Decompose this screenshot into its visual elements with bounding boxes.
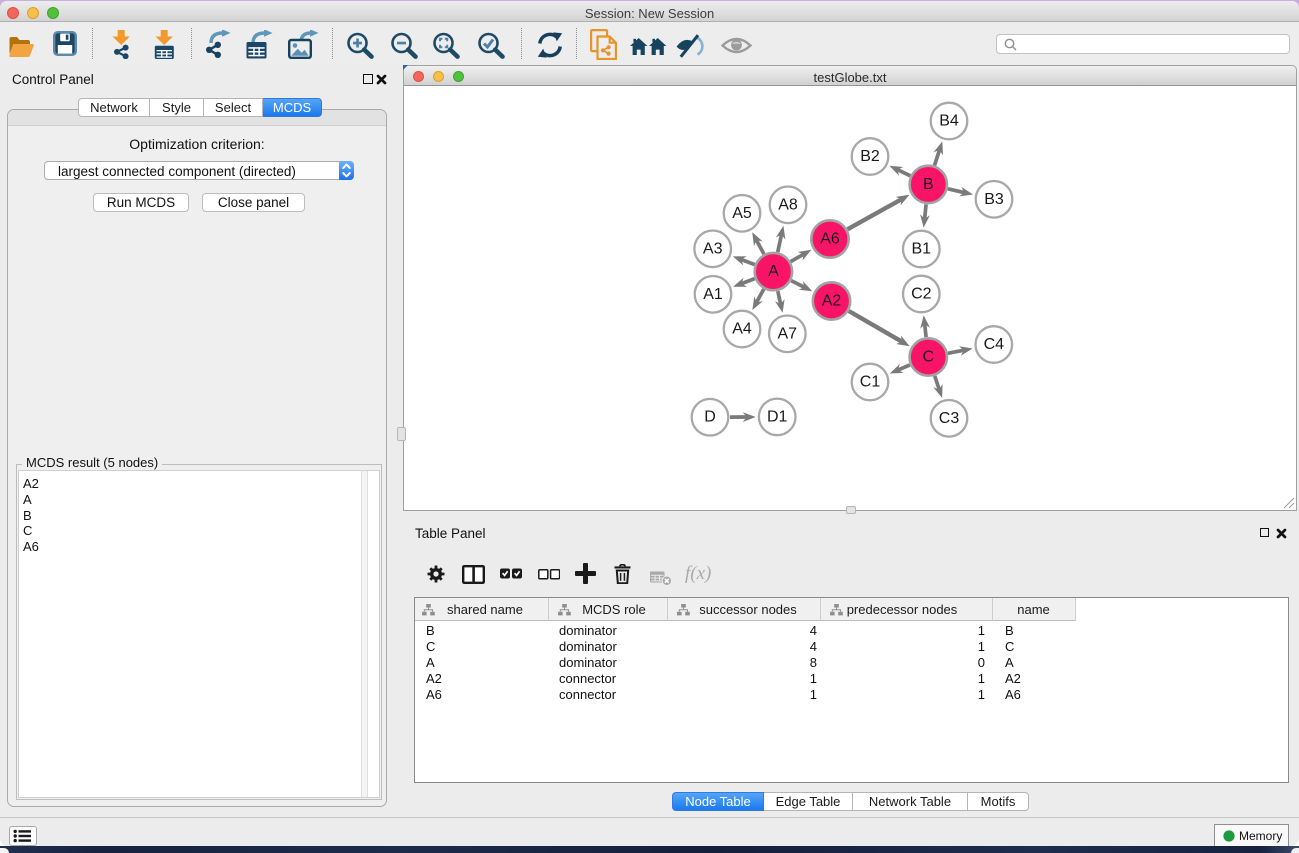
svg-text:C3: C3 (939, 410, 960, 427)
svg-text:B4: B4 (939, 113, 959, 130)
svg-text:A4: A4 (732, 321, 752, 338)
svg-text:C4: C4 (984, 336, 1005, 353)
svg-text:A1: A1 (703, 286, 723, 303)
svg-text:B3: B3 (984, 191, 1004, 208)
svg-text:D: D (704, 409, 716, 426)
svg-text:D1: D1 (767, 408, 788, 425)
svg-text:A: A (768, 263, 779, 280)
svg-text:A6: A6 (820, 231, 840, 248)
svg-text:C: C (923, 349, 935, 366)
svg-text:A7: A7 (778, 325, 798, 342)
svg-text:B1: B1 (912, 241, 932, 258)
svg-text:B2: B2 (860, 148, 880, 165)
svg-text:A8: A8 (778, 196, 798, 213)
svg-text:C2: C2 (911, 286, 932, 303)
svg-text:A5: A5 (732, 205, 752, 222)
svg-text:A2: A2 (822, 293, 842, 310)
svg-text:C1: C1 (860, 374, 881, 391)
svg-text:B: B (923, 176, 934, 193)
svg-text:A3: A3 (703, 240, 723, 257)
